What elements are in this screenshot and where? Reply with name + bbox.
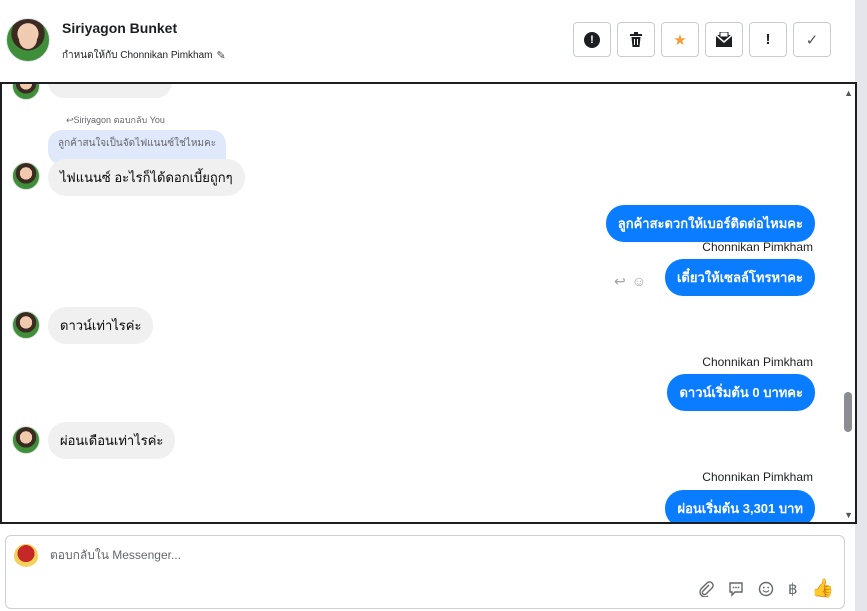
header-actions: ! ★ ! ✓ (573, 22, 831, 57)
assignee-row[interactable]: กำหนดให้กับ Chonnikan Pimkham ✎ (62, 48, 226, 63)
reply-icon[interactable]: ↩ (614, 273, 626, 290)
message-bubble[interactable]: ผ่อนเดือนเท่าไรค่ะ (48, 422, 176, 459)
scroll-up-arrow[interactable]: ▲ (844, 88, 853, 98)
scroll-down-arrow[interactable]: ▼ (844, 510, 853, 520)
check-icon: ✓ (805, 31, 819, 49)
baht-icon[interactable]: ฿ (788, 580, 798, 598)
sender-name: Chonnikan Pimkham (702, 355, 813, 369)
reply-input[interactable] (50, 548, 650, 562)
reply-meta: ↩Siriyagon ตอบกลับ You (66, 115, 165, 125)
star-icon: ★ (673, 31, 687, 49)
message-bubble[interactable]: ไฟแนนซ์ อะไรก็ได้ดอกเบี้ยถูกๆ (48, 159, 245, 196)
done-button[interactable]: ✓ (793, 22, 831, 57)
contact-name[interactable]: Siriyagon Bunket (62, 20, 177, 36)
message-thread[interactable]: ↩Siriyagon ตอบกลับ You ลูกค้าสนใจเป็นจัด… (0, 82, 857, 524)
message-hover-actions: ↩ ☺ (614, 273, 646, 290)
sender-name: Chonnikan Pimkham (702, 240, 813, 254)
like-icon[interactable]: 👍 (812, 578, 834, 599)
emoji-icon[interactable] (758, 581, 774, 597)
assignee-label: กำหนดให้กับ Chonnikan Pimkham (62, 50, 213, 61)
attach-icon[interactable] (698, 580, 714, 597)
message-bubble-partial (48, 84, 172, 98)
composer-toolbar: ฿ 👍 (698, 578, 834, 599)
mark-unread-icon (715, 31, 733, 47)
exclamation-icon: ! (765, 31, 771, 48)
delete-button[interactable] (617, 22, 655, 57)
mark-unread-button[interactable] (705, 22, 743, 57)
pencil-icon[interactable]: ✎ (217, 49, 226, 62)
conversation-header: Siriyagon Bunket กำหนดให้กับ Chonnikan P… (0, 0, 855, 82)
page-avatar (14, 544, 38, 568)
message-bubble[interactable]: ลูกค้าสะดวกให้เบอร์ติดต่อไหมคะ (605, 205, 815, 242)
message-bubble[interactable]: ดาวน์เท่าไรค่ะ (48, 307, 154, 344)
message-bubble[interactable]: เดี๋ยวให้เซลล์โทรหาคะ (664, 259, 815, 296)
scrollbar-thumb[interactable] (844, 392, 852, 432)
trash-icon (630, 31, 642, 47)
report-button[interactable]: ! (573, 22, 611, 57)
message-bubble[interactable]: ดาวน์เริ่มต้น 0 บาทคะ (667, 374, 815, 411)
reply-composer: ฿ 👍 (5, 535, 845, 609)
customer-avatar (12, 311, 40, 339)
saved-reply-icon[interactable] (728, 581, 744, 597)
reply-arrow-icon: ↩ (66, 115, 74, 125)
customer-avatar (12, 162, 40, 190)
report-icon: ! (584, 31, 600, 48)
customer-avatar (12, 426, 40, 454)
star-button[interactable]: ★ (661, 22, 699, 57)
customer-avatar (12, 84, 40, 100)
message-bubble[interactable]: ผ่อนเริ่มต้น 3,301 บาท (665, 490, 815, 522)
sender-name: Chonnikan Pimkham (702, 470, 813, 484)
react-emoji-icon[interactable]: ☺ (632, 273, 646, 290)
spam-button[interactable]: ! (749, 22, 787, 57)
messenger-inbox-view: Siriyagon Bunket กำหนดให้กับ Chonnikan P… (0, 0, 867, 611)
contact-avatar[interactable] (6, 18, 50, 62)
